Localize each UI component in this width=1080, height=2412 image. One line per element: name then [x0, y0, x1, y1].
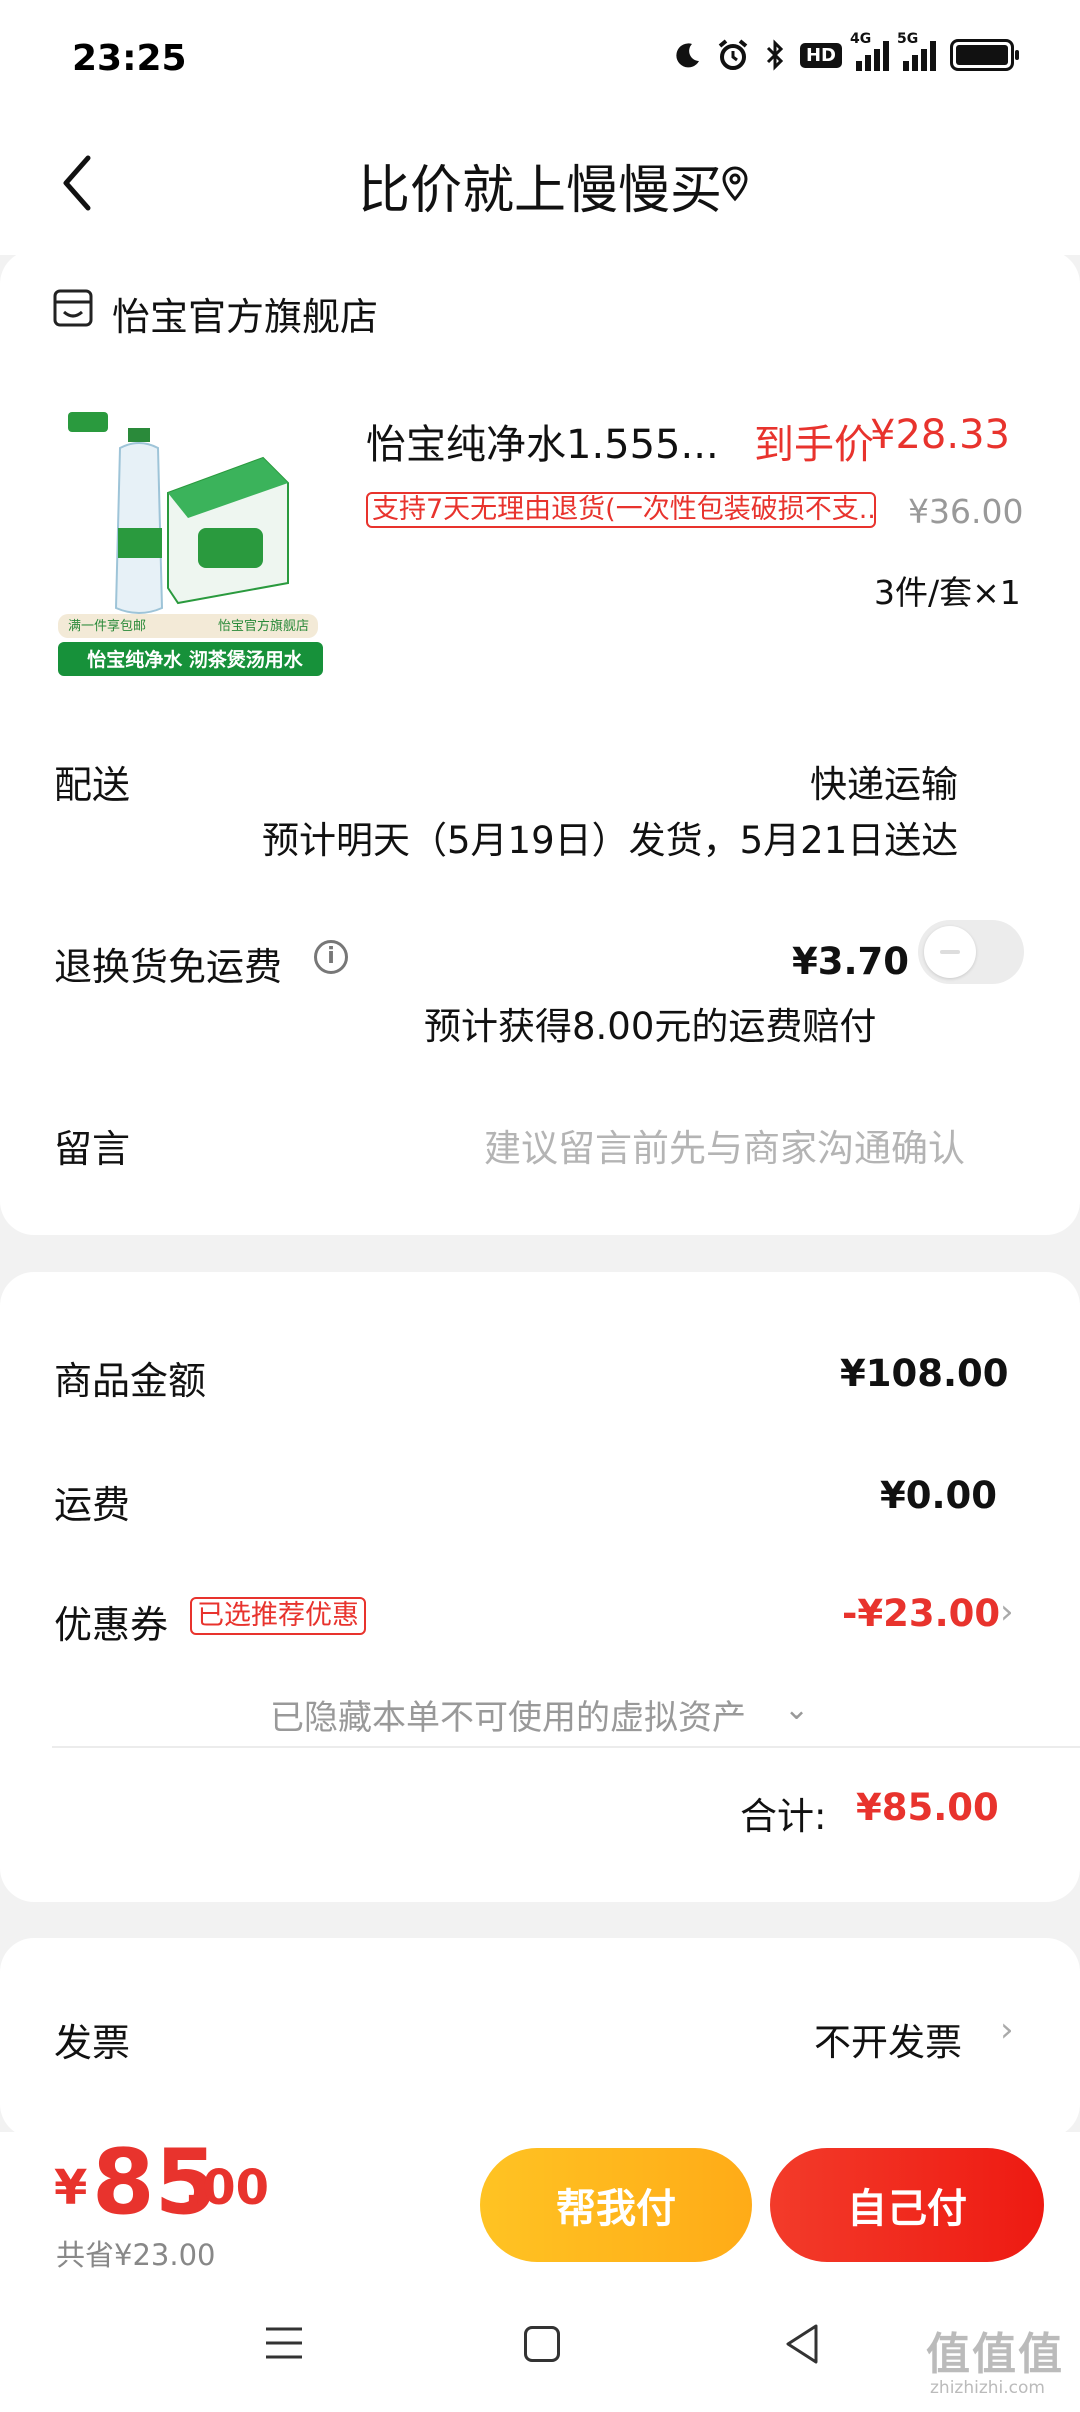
- coupon-chevron-icon[interactable]: ›: [1000, 1592, 1014, 1632]
- 5g-signal-icon: 5G: [897, 31, 936, 71]
- watermark-site: zhizhizhi.com: [930, 2378, 1045, 2398]
- delivery-estimate: 预计明天（5月19日）发货，5月21日送达: [262, 819, 959, 862]
- nav-home-icon[interactable]: [524, 2326, 560, 2362]
- store-name[interactable]: 怡宝官方旗舰店: [112, 286, 378, 341]
- coupon-recommended-tag: 已选推荐优惠: [190, 1597, 366, 1635]
- bluetooth-icon: [764, 39, 786, 71]
- invoice-label: 发票: [54, 2021, 131, 2065]
- image-tag-free-shipping: 满一件享包邮: [68, 618, 146, 634]
- saved-amount: 共省¥23.00: [56, 2238, 216, 2272]
- store-icon: [52, 288, 94, 328]
- 4g-label: 4G: [850, 31, 872, 47]
- product-name[interactable]: 怡宝纯净水1.555...: [366, 412, 721, 470]
- location-pin-icon[interactable]: [720, 166, 750, 202]
- nav-back-icon[interactable]: [782, 2322, 822, 2366]
- hd-icon: HD: [799, 42, 842, 68]
- return-shipping-note: 预计获得8.00元的运费赔付: [424, 1005, 877, 1048]
- status-icons: HD 4G 5G: [672, 31, 1019, 72]
- image-banner-text: 怡宝纯净水 沏茶煲汤用水: [87, 648, 304, 671]
- hidden-assets-note[interactable]: 已隐藏本单不可使用的虚拟资产: [270, 1690, 746, 1739]
- product-spec-quantity: 3件/套×1: [874, 573, 1021, 612]
- page-title: 比价就上慢慢买: [357, 161, 722, 221]
- moon-icon: [672, 40, 702, 70]
- invoice-value[interactable]: 不开发票: [814, 2012, 962, 2066]
- shipping-fee-label: 运费: [54, 1483, 131, 1527]
- shipping-fee-value: ¥0.00: [880, 1474, 998, 1517]
- pay-amount-decimal: .00: [184, 2160, 270, 2216]
- original-price: ¥36.00: [908, 492, 1024, 531]
- chevron-down-icon[interactable]: ⌄: [784, 1692, 809, 1727]
- message-input[interactable]: 建议留言前先与商家沟通确认: [484, 1118, 965, 1172]
- goods-amount-label: 商品金额: [54, 1359, 207, 1403]
- summary-divider: [52, 1746, 1080, 1748]
- final-price-label: 到手价: [754, 422, 874, 468]
- total-value: ¥85.00: [856, 1786, 999, 1829]
- toggle-knob: [924, 926, 976, 978]
- 4g-signal-icon: 4G: [850, 31, 889, 71]
- message-label: 留言: [54, 1127, 131, 1171]
- info-icon[interactable]: i: [314, 940, 348, 974]
- 5g-label: 5G: [897, 31, 919, 47]
- help-me-pay-button[interactable]: 帮我付: [480, 2148, 752, 2262]
- order-item-card: [0, 250, 1080, 1235]
- return-shipping-price: ¥3.70: [792, 940, 910, 983]
- invoice-chevron-icon[interactable]: ›: [1000, 2010, 1014, 2050]
- battery-icon: [950, 39, 1019, 71]
- goods-amount-value: ¥108.00: [840, 1352, 1009, 1395]
- pay-currency: ¥: [54, 2160, 88, 2216]
- return-shipping-toggle[interactable]: [918, 920, 1024, 984]
- pay-myself-button[interactable]: 自己付: [770, 2148, 1044, 2262]
- return-policy-tag: 支持7天无理由退货(一次性包装破损不支...: [366, 492, 876, 528]
- nav-menu-icon[interactable]: [264, 2325, 304, 2361]
- product-image[interactable]: 满一件享包邮 怡宝官方旗舰店 怡宝纯净水 沏茶煲汤用水: [58, 408, 333, 678]
- return-shipping-label: 退换货免运费: [54, 945, 283, 989]
- status-time: 23:25: [72, 38, 187, 79]
- coupon-value[interactable]: -¥23.00: [842, 1592, 1000, 1635]
- coupon-label: 优惠券: [54, 1603, 169, 1647]
- image-tag-official-store: 怡宝官方旗舰店: [218, 618, 309, 634]
- delivery-method[interactable]: 快递运输: [810, 754, 958, 808]
- final-price: ¥28.33: [870, 412, 1010, 458]
- alarm-icon: [716, 38, 750, 72]
- delivery-label: 配送: [54, 763, 131, 807]
- watermark-logo: 值值值: [926, 2329, 1064, 2380]
- total-label: 合计:: [740, 1795, 827, 1838]
